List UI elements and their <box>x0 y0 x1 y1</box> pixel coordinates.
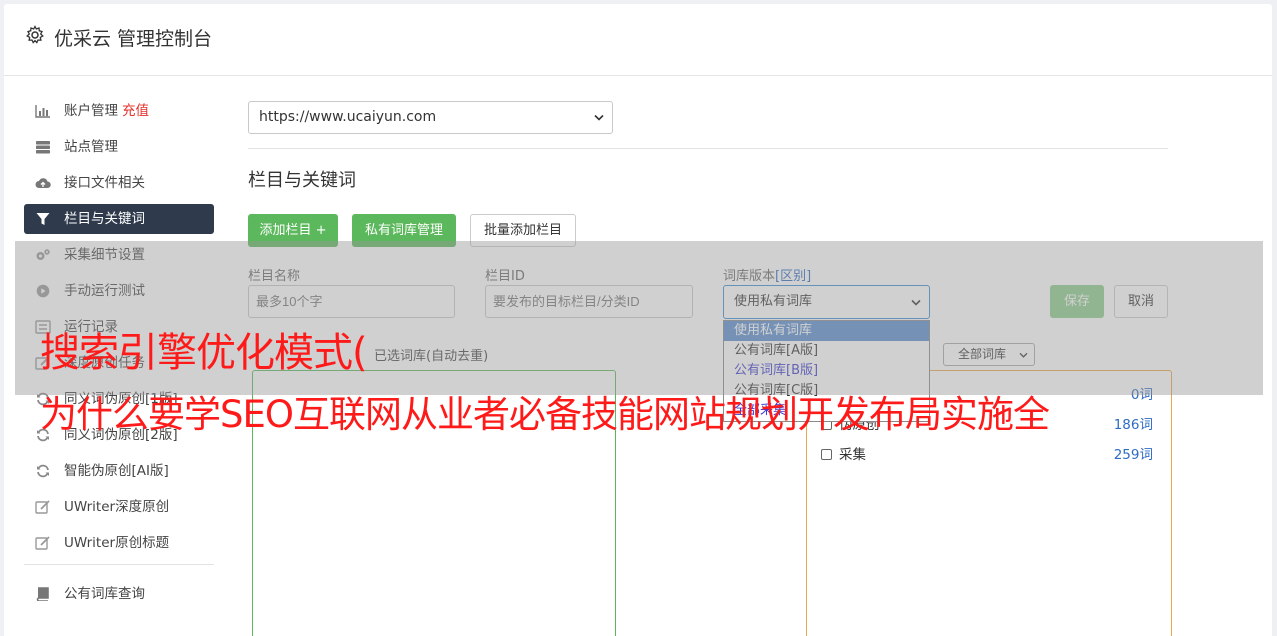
sidebar-item-ai-rewrite[interactable]: 智能伪原创[AI版] <box>24 456 214 486</box>
cloud-upload-icon <box>35 178 51 188</box>
list-item[interactable]: 采集 259词 <box>821 445 1153 465</box>
sidebar-item-label: 栏目与关键词 <box>64 211 145 227</box>
gear-icon <box>26 25 44 44</box>
divider <box>248 148 1168 149</box>
site-select[interactable]: https://www.ucaiyun.com <box>248 101 613 134</box>
sidebar-item-columns-keywords[interactable]: 栏目与关键词 <box>24 204 214 234</box>
sidebar-item-label: UWriter原创标题 <box>64 535 170 551</box>
site-select-value: https://www.ucaiyun.com <box>259 109 437 125</box>
lib-count: 259词 <box>1113 447 1153 463</box>
sidebar-item-label: 站点管理 <box>64 139 118 155</box>
sidebar-item-account[interactable]: 账户管理 充值 <box>24 96 214 126</box>
sidebar-item-label: UWriter深度原创 <box>64 499 170 515</box>
sidebar-item-uwriter-deep[interactable]: UWriter深度原创 <box>24 492 214 522</box>
lib-name: 采集 <box>839 447 866 463</box>
sidebar-item-label: 智能伪原创[AI版] <box>64 463 169 479</box>
edit-icon <box>35 536 50 550</box>
sidebar-divider <box>24 564 214 565</box>
app-title: 优采云 管理控制台 <box>54 28 213 50</box>
sidebar-item-label: 账户管理 <box>64 103 118 119</box>
edit-icon <box>35 500 50 514</box>
book-icon <box>36 587 49 601</box>
sidebar-item-sites[interactable]: 站点管理 <box>24 132 214 162</box>
recharge-link[interactable]: 充值 <box>122 103 149 119</box>
chevron-down-icon <box>594 114 604 121</box>
bar-chart-icon <box>35 105 50 118</box>
section-title: 栏目与关键词 <box>248 170 356 191</box>
lib-count: 186词 <box>1113 417 1153 433</box>
overlay-headline-line1: 搜索引擎优化模式( <box>40 330 368 376</box>
filter-icon <box>36 213 50 225</box>
sidebar-item-public-lib-query[interactable]: 公有词库查询 <box>24 579 214 609</box>
sidebar-item-label: 接口文件相关 <box>64 175 145 191</box>
sidebar-item-interface[interactable]: 接口文件相关 <box>24 168 214 198</box>
checkbox[interactable] <box>821 449 832 460</box>
sidebar-item-uwriter-title[interactable]: UWriter原创标题 <box>24 528 214 558</box>
overlay-headline-line2: 为什么要学SEO互联网从业者必备技能网站规划开发布局实施全 <box>40 393 1050 436</box>
server-icon <box>36 141 50 154</box>
header: 优采云 管理控制台 <box>4 4 1272 76</box>
refresh-icon <box>37 464 49 478</box>
sidebar-item-label: 公有词库查询 <box>64 586 145 602</box>
